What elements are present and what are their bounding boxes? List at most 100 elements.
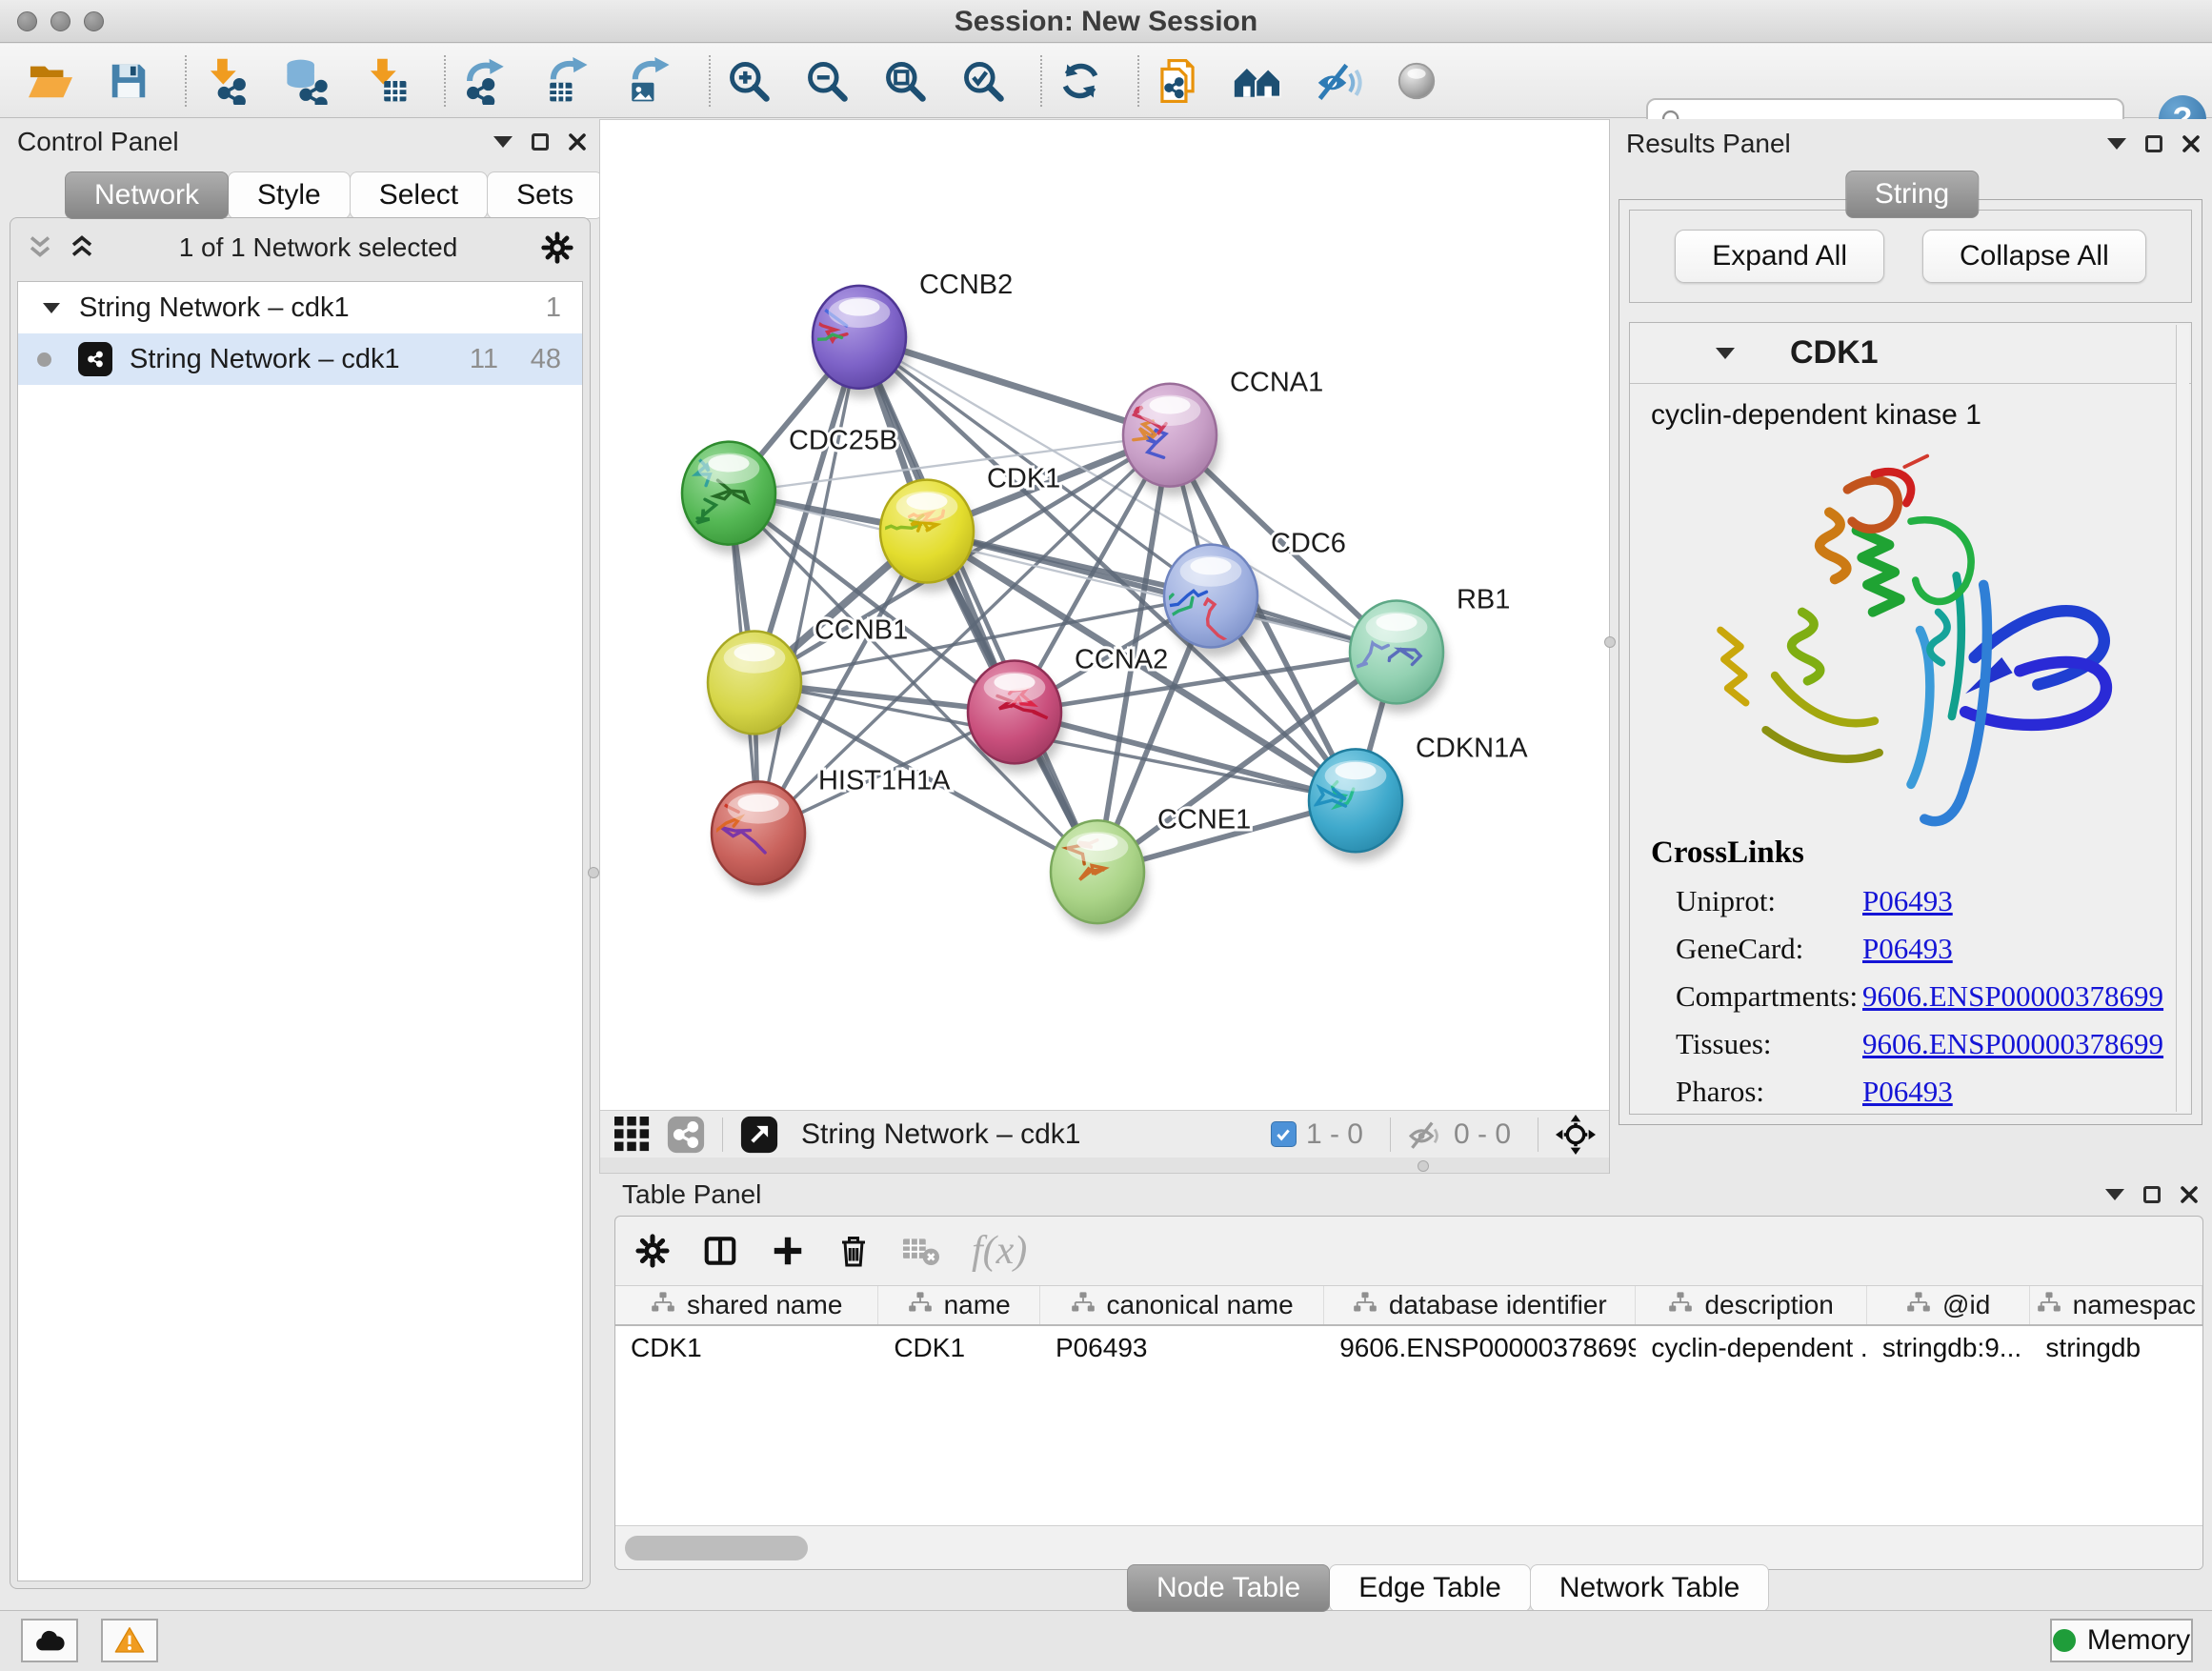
network-edge-CCNB2-HIST1H1A[interactable] — [758, 337, 859, 833]
network-collection-row[interactable]: String Network – cdk1 1 — [18, 282, 582, 333]
crosslink-link[interactable]: 9606.ENSP00000378699 — [1862, 1027, 2163, 1061]
delete-table-icon[interactable] — [901, 1233, 941, 1269]
zoom-out-button[interactable] — [804, 58, 850, 104]
cloud-status-button[interactable] — [21, 1619, 78, 1662]
table-row[interactable]: CDK1CDK1P064939606.ENSP00000378699cyclin… — [615, 1326, 2202, 1370]
zoom-selected-button[interactable] — [960, 58, 1006, 104]
network-node-CDK1[interactable] — [880, 480, 977, 593]
hidden-eye-slash-icon[interactable] — [1408, 1117, 1444, 1152]
node-table-box: f(x) shared namenamecanonical namedataba… — [614, 1216, 2203, 1570]
table-settings-gear-icon[interactable] — [634, 1233, 671, 1269]
column-header-description[interactable]: description — [1636, 1286, 1866, 1324]
tab-sets[interactable]: Sets — [487, 171, 603, 219]
crosslink-link[interactable]: P06493 — [1862, 932, 1953, 966]
network-canvas[interactable]: CCNB2CCNA1CDC25BCDK1CDC6RB1CCNB1CCNA2CDK… — [600, 120, 1609, 1110]
import-database-button[interactable] — [282, 57, 330, 105]
network-node-CDKN1A[interactable] — [1309, 749, 1406, 861]
panel-close-icon[interactable] — [568, 132, 587, 151]
expand-all-button[interactable]: Expand All — [1675, 230, 1884, 283]
tab-edge-table[interactable]: Edge Table — [1329, 1564, 1531, 1612]
network-node-RB1[interactable] — [1350, 601, 1447, 714]
export-table-button[interactable] — [543, 57, 593, 105]
delete-trash-icon[interactable] — [836, 1232, 871, 1270]
network-row[interactable]: String Network – cdk1 11 48 — [18, 333, 582, 385]
open-session-button[interactable] — [27, 59, 74, 103]
panel-close-icon[interactable] — [2182, 134, 2201, 153]
crosslink-link[interactable]: 9606.ENSP00000378699 — [1862, 979, 2163, 1014]
refresh-layout-button[interactable] — [1057, 58, 1103, 104]
network-node-CCNA1[interactable] — [1123, 384, 1220, 496]
export-network-button[interactable] — [461, 57, 511, 105]
network-node-CCNE1[interactable] — [1051, 820, 1148, 933]
grid-view-icon[interactable] — [613, 1117, 652, 1153]
tab-network-table[interactable]: Network Table — [1530, 1564, 1770, 1612]
section-expander-icon[interactable] — [1716, 348, 1735, 359]
copy-to-clipboard-button[interactable] — [1155, 57, 1200, 105]
table-cell[interactable]: CDK1 — [878, 1333, 1040, 1363]
panel-menu-icon[interactable] — [2105, 1189, 2124, 1200]
tab-string[interactable]: String — [1845, 171, 1979, 218]
splitter-handle[interactable] — [1418, 1160, 1429, 1172]
network-node-CCNB1[interactable] — [708, 631, 805, 743]
network-node-CCNB2[interactable] — [783, 286, 910, 398]
warnings-button[interactable] — [101, 1619, 158, 1662]
tab-select[interactable]: Select — [350, 171, 488, 219]
gear-icon[interactable] — [540, 231, 574, 265]
horizontal-splitter[interactable] — [600, 1158, 1609, 1173]
add-column-plus-icon[interactable] — [770, 1233, 806, 1269]
column-header-canonical-name[interactable]: canonical name — [1040, 1286, 1324, 1324]
table-cell[interactable]: stringdb:9... — [1867, 1333, 2031, 1363]
panel-menu-icon[interactable] — [2107, 138, 2126, 150]
show-columns-icon[interactable] — [701, 1233, 739, 1269]
table-cell[interactable]: P06493 — [1040, 1333, 1324, 1363]
gene-section-header[interactable]: CDK1 — [1630, 323, 2191, 384]
crosslink-link[interactable]: P06493 — [1862, 1075, 1953, 1109]
collapse-all-icon[interactable] — [26, 233, 54, 262]
collapse-all-button[interactable]: Collapse All — [1922, 230, 2146, 283]
save-session-button[interactable] — [107, 59, 151, 103]
panel-float-icon[interactable] — [532, 133, 549, 151]
splitter-handle[interactable] — [1604, 636, 1616, 648]
panel-close-icon[interactable] — [2180, 1185, 2199, 1204]
splitter-handle[interactable] — [588, 867, 599, 878]
column-header-database-identifier[interactable]: database identifier — [1324, 1286, 1636, 1324]
birds-eye-view-icon[interactable] — [1556, 1115, 1596, 1155]
tab-style[interactable]: Style — [228, 171, 351, 219]
table-cell[interactable]: cyclin-dependent ... — [1636, 1333, 1866, 1363]
table-cell[interactable]: stringdb — [2030, 1333, 2202, 1363]
network-view-icon[interactable] — [667, 1116, 705, 1154]
selected-checkbox-icon[interactable] — [1271, 1121, 1297, 1147]
function-builder-button[interactable]: f(x) — [972, 1228, 1027, 1274]
column-header-shared-name[interactable]: shared name — [615, 1286, 878, 1324]
crosslink-link[interactable]: P06493 — [1862, 884, 1953, 918]
hide-selected-button[interactable] — [1315, 58, 1362, 104]
table-cell[interactable]: CDK1 — [615, 1333, 878, 1363]
zoom-in-button[interactable] — [726, 58, 772, 104]
panel-menu-icon[interactable] — [493, 136, 513, 148]
network-node-HIST1H1A[interactable] — [695, 775, 810, 894]
import-table-button[interactable] — [362, 57, 410, 105]
scrollbar-thumb[interactable] — [625, 1536, 808, 1560]
memory-button[interactable]: Memory — [2050, 1619, 2193, 1662]
memory-status-dot — [2053, 1629, 2076, 1652]
tab-node-table[interactable]: Node Table — [1127, 1564, 1330, 1612]
table-horizontal-scrollbar[interactable] — [615, 1525, 2202, 1569]
column-header-namespac[interactable]: namespac — [2030, 1286, 2202, 1324]
table-cell[interactable]: 9606.ENSP00000378699 — [1324, 1333, 1636, 1363]
panel-float-icon[interactable] — [2145, 135, 2162, 152]
export-image-button[interactable] — [625, 57, 674, 105]
open-in-window-icon[interactable] — [740, 1116, 778, 1154]
import-network-button[interactable] — [202, 57, 250, 105]
column-header-name[interactable]: name — [878, 1286, 1040, 1324]
tab-network[interactable]: Network — [65, 171, 229, 219]
first-neighbors-button[interactable] — [1233, 59, 1282, 103]
network-node-CDC6[interactable] — [1141, 545, 1261, 657]
column-header--id[interactable]: @id — [1867, 1286, 2031, 1324]
results-scrollbar[interactable] — [2176, 325, 2189, 1112]
expand-all-icon[interactable] — [68, 233, 96, 262]
panel-float-icon[interactable] — [2143, 1186, 2161, 1203]
show-graphics-details-button[interactable] — [1395, 59, 1438, 103]
tree-expander-icon[interactable] — [43, 303, 60, 313]
network-node-CDC25B[interactable] — [682, 442, 779, 554]
zoom-fit-button[interactable] — [882, 58, 928, 104]
